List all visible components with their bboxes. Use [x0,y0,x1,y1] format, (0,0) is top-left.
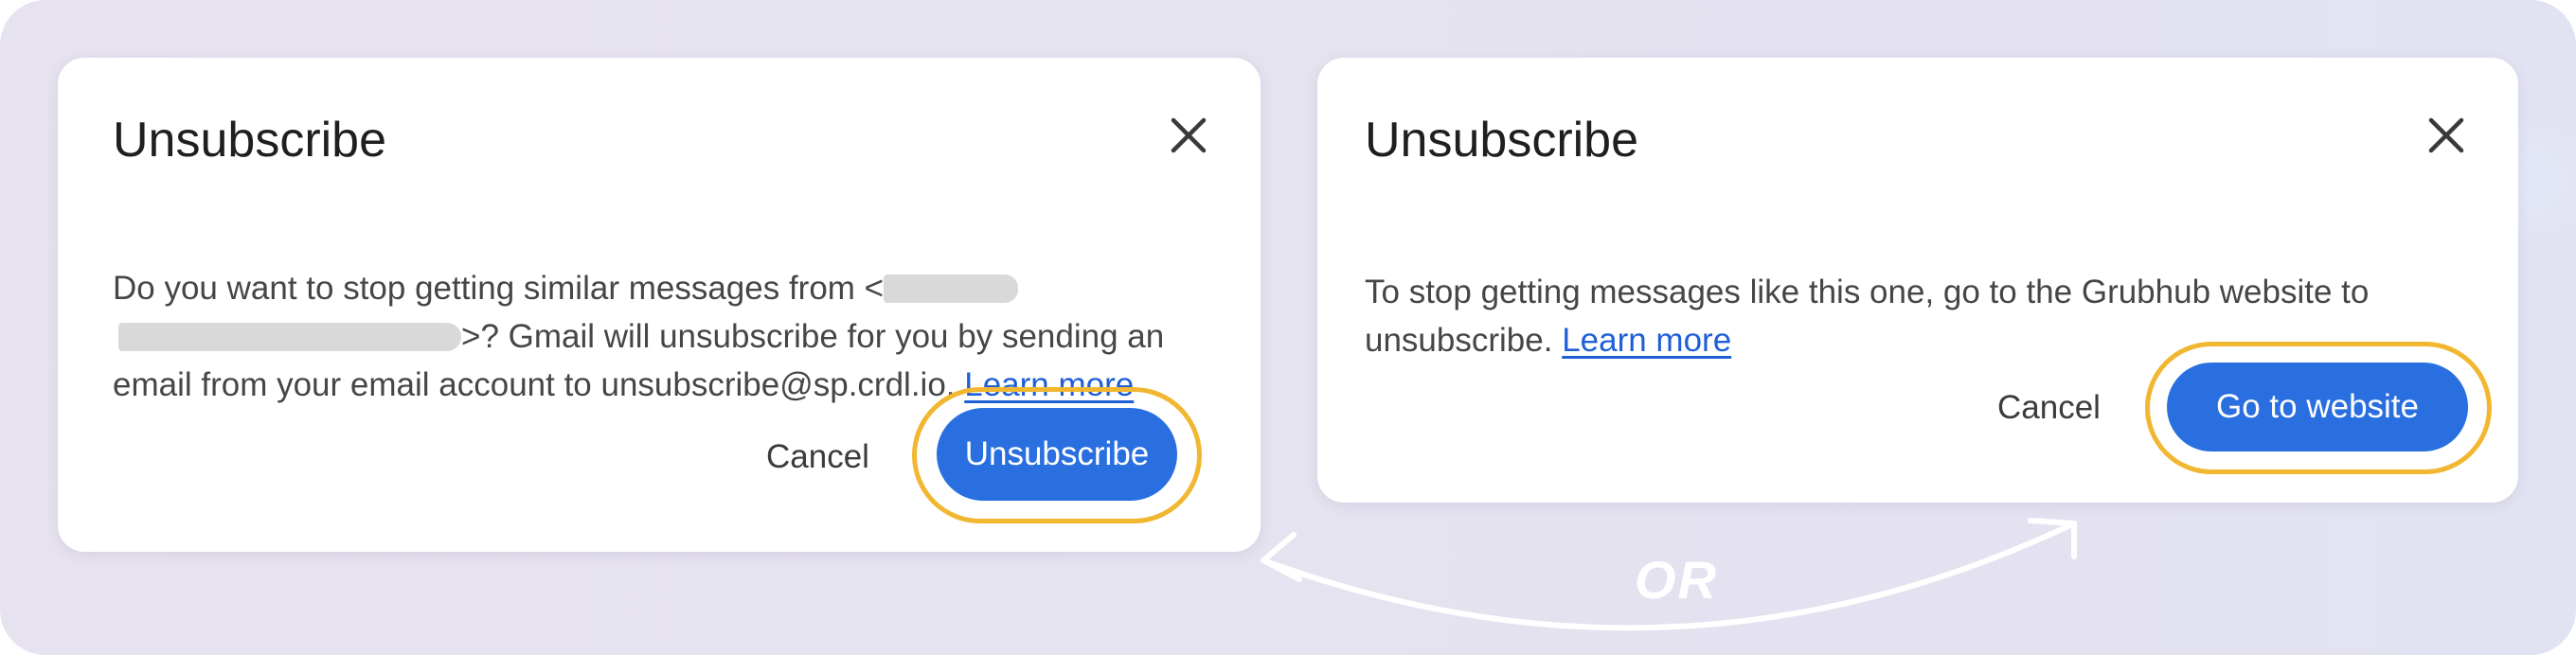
dialog-title: Unsubscribe [1365,113,1639,168]
unsubscribe-dialog-website: Unsubscribe To stop getting messages lik… [1317,58,2518,503]
body-text-start: Do you want to stop getting similar mess… [113,270,885,307]
redacted-sender-name [884,274,1019,303]
cancel-button[interactable]: Cancel [766,440,869,473]
close-icon[interactable] [2420,109,2473,162]
dialog-title: Unsubscribe [113,113,387,168]
unsubscribe-button[interactable]: Unsubscribe [937,408,1177,501]
or-label: OR [1635,550,1718,610]
unsubscribe-dialog-gmail: Unsubscribe Do you want to stop getting … [58,58,1261,552]
go-to-website-button[interactable]: Go to website [2167,363,2468,451]
close-icon[interactable] [1162,109,1215,162]
learn-more-link[interactable]: Learn more [1562,322,1731,359]
comparison-canvas: Unsubscribe Do you want to stop getting … [0,0,2576,655]
cancel-button[interactable]: Cancel [1997,391,2101,424]
redacted-sender-address [118,323,461,351]
